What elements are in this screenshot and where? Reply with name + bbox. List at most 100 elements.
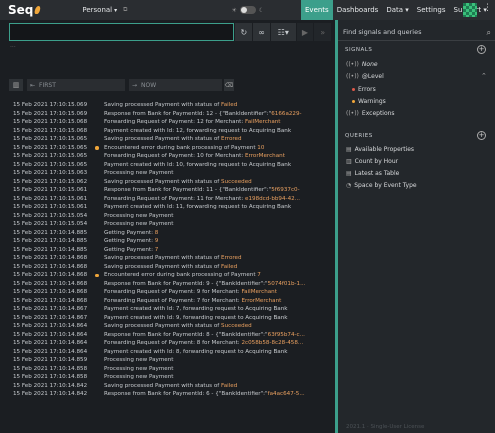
message-property: Failed (221, 102, 238, 108)
event-row[interactable]: 15 Feb 2021 17:10:15.068 Forwarding Reque… (0, 118, 335, 127)
event-row[interactable]: 15 Feb 2021 17:10:15.063 Processing new P… (0, 169, 335, 178)
event-message: Saving processed Payment with status of … (104, 254, 326, 263)
event-row[interactable]: 15 Feb 2021 17:10:14.868 Encountered erro… (0, 271, 335, 280)
event-timestamp: 15 Feb 2021 17:10:15.069 (13, 102, 88, 108)
signal-errors-label: Errors (358, 86, 376, 93)
event-row[interactable]: 15 Feb 2021 17:10:15.061 Payment created … (0, 203, 335, 212)
query-available-properties[interactable]: ▤ Available Properties (346, 146, 414, 153)
workspace-selector[interactable]: Personal ▾ ⧉ (82, 6, 127, 14)
event-timestamp: 15 Feb 2021 17:10:15.054 (13, 221, 88, 227)
signal-exceptions[interactable]: ((•)) Exceptions (346, 110, 395, 117)
workspace-edit-icon[interactable]: ⧉ (123, 6, 127, 14)
signal-errors[interactable]: Errors (352, 86, 376, 93)
query-space-by-event-type[interactable]: ◔ Space by Event Type (346, 182, 417, 189)
event-row[interactable]: 15 Feb 2021 17:10:14.868 Saving processed… (0, 263, 335, 272)
event-row[interactable]: 15 Feb 2021 17:10:14.885 Getting Payment:… (0, 229, 335, 238)
link-button[interactable]: ∞ (252, 23, 270, 41)
event-row[interactable]: 15 Feb 2021 17:10:14.858 Processing new P… (0, 365, 335, 374)
to-arrow-icon: → (132, 81, 138, 89)
event-row[interactable]: 15 Feb 2021 17:10:15.069 Response from Ba… (0, 110, 335, 119)
event-row[interactable]: 15 Feb 2021 17:10:14.864 Response from Ba… (0, 331, 335, 340)
range-to-label: NOW (141, 81, 157, 89)
event-row[interactable]: 15 Feb 2021 17:10:14.864 Payment created … (0, 348, 335, 357)
theme-toggle[interactable] (239, 6, 256, 14)
event-row[interactable]: 15 Feb 2021 17:10:15.065 Payment created … (0, 161, 335, 170)
nav-events[interactable]: Events (301, 0, 333, 20)
signal-group-level[interactable]: ((•)) @Level (346, 73, 384, 80)
nav-settings[interactable]: Settings (413, 0, 450, 20)
event-row[interactable]: 15 Feb 2021 17:10:15.061 Response from Ba… (0, 186, 335, 195)
theme-toggle-group: ☀ ☾ (231, 6, 264, 14)
event-row[interactable]: 15 Feb 2021 17:10:15.062 Saving processed… (0, 178, 335, 187)
event-row[interactable]: 15 Feb 2021 17:10:14.868 Response from Ba… (0, 280, 335, 289)
add-signal-button[interactable]: + (477, 45, 486, 54)
expand-button[interactable]: » (313, 23, 332, 41)
event-row[interactable]: 15 Feb 2021 17:10:14.842 Response from Ba… (0, 390, 335, 399)
signal-none[interactable]: ((•)) None (346, 61, 378, 68)
event-row[interactable]: 15 Feb 2021 17:10:14.885 Getting Payment:… (0, 237, 335, 246)
message-text: Saving processed Payment with status of (104, 382, 222, 389)
range-from-field[interactable]: ⇤ FIRST (27, 79, 125, 91)
view-options-button[interactable]: ☷▾ (269, 23, 296, 41)
event-timestamp: 15 Feb 2021 17:10:14.864 (13, 348, 88, 355)
event-row[interactable]: 15 Feb 2021 17:10:14.864 Saving processed… (0, 322, 335, 331)
event-row[interactable]: 15 Feb 2021 17:10:15.068 Payment created … (0, 127, 335, 136)
clear-range-button[interactable]: ⌫ (224, 79, 234, 91)
warning-dot-icon (95, 273, 99, 277)
event-timestamp: 15 Feb 2021 17:10:14.885 (13, 238, 88, 244)
message-text: Response from Bank for PaymentId: 6 - {"… (104, 391, 268, 397)
event-row[interactable]: 15 Feb 2021 17:10:14.885 Getting Payment:… (0, 246, 335, 255)
event-row[interactable]: 15 Feb 2021 17:10:14.867 Payment created … (0, 305, 335, 314)
play-icon: ▶ (301, 27, 308, 37)
event-row[interactable]: 15 Feb 2021 17:10:14.868 Forwarding Reque… (0, 297, 335, 306)
event-row[interactable]: 15 Feb 2021 17:10:14.867 Payment created … (0, 314, 335, 323)
event-row[interactable]: 15 Feb 2021 17:10:14.868 Forwarding Reque… (0, 288, 335, 297)
query-latest-as-table[interactable]: ▤ Latest as Table (346, 170, 399, 177)
event-row[interactable]: 15 Feb 2021 17:10:15.054 Processing new P… (0, 212, 335, 221)
app-name: Seq (8, 3, 34, 17)
signal-search[interactable]: Find signals and queries ⌕ (343, 28, 491, 38)
message-text: Saving processed Payment with status of (104, 102, 222, 108)
event-message: Response from Bank for PaymentId: 6 - {"… (104, 390, 326, 399)
message-text: Saving processed Payment with status of (104, 178, 222, 185)
message-text: Processing new Payment (104, 357, 174, 363)
event-message: Saving processed Payment with status of … (104, 101, 326, 110)
event-message: Payment created with Id: 7, forwarding r… (104, 305, 326, 314)
query-count-by-hour[interactable]: ▥ Count by Hour (346, 158, 398, 165)
user-avatar[interactable] (463, 3, 477, 17)
tail-button[interactable]: ▶ (295, 23, 314, 41)
event-timestamp: 15 Feb 2021 17:10:14.864 (13, 331, 88, 338)
message-text: Payment created with Id: 11, forwarding … (104, 204, 292, 210)
message-text: Processing new Payment (104, 365, 174, 372)
chevron-up-icon[interactable]: ⌃ (481, 72, 487, 80)
histogram-toggle[interactable]: ▥ (9, 79, 23, 91)
signal-none-label: None (361, 61, 378, 68)
event-row[interactable]: 15 Feb 2021 17:10:14.864 Forwarding Reque… (0, 339, 335, 348)
event-timestamp: 15 Feb 2021 17:10:15.063 (13, 170, 88, 176)
signal-warnings[interactable]: Warnings (352, 98, 386, 105)
event-row[interactable]: 15 Feb 2021 17:10:14.842 Saving processed… (0, 382, 335, 391)
event-row[interactable]: 15 Feb 2021 17:10:15.061 Forwarding Reque… (0, 195, 335, 204)
event-row[interactable]: 15 Feb 2021 17:10:14.858 Processing new P… (0, 373, 335, 382)
add-query-button[interactable]: + (477, 131, 486, 140)
seq-logo[interactable]: Seq (8, 3, 42, 17)
nav-data[interactable]: Data ▾ (382, 0, 412, 20)
event-row[interactable]: 15 Feb 2021 17:10:15.065 Saving processed… (0, 135, 335, 144)
event-timestamp: 15 Feb 2021 17:10:14.842 (13, 391, 88, 397)
nav-dashboards[interactable]: Dashboards (333, 0, 383, 20)
message-text: Saving processed Payment with status of (104, 255, 222, 261)
event-row[interactable]: 15 Feb 2021 17:10:14.868 Saving processed… (0, 254, 335, 263)
search-input[interactable] (9, 23, 235, 41)
message-property: 7 (154, 246, 159, 253)
event-row[interactable]: 15 Feb 2021 17:10:15.065 Forwarding Reque… (0, 152, 335, 161)
clear-icon: ⌫ (224, 81, 234, 89)
event-row[interactable]: 15 Feb 2021 17:10:15.065 Encountered erro… (0, 144, 335, 153)
event-row[interactable]: 15 Feb 2021 17:10:15.054 Processing new P… (0, 220, 335, 229)
range-to-field[interactable]: → NOW (129, 79, 222, 91)
refresh-button[interactable]: ↻ (234, 23, 253, 41)
signal-warnings-label: Warnings (358, 98, 386, 105)
event-timestamp: 15 Feb 2021 17:10:14.868 (13, 255, 88, 261)
event-row[interactable]: 15 Feb 2021 17:10:14.859 Processing new P… (0, 356, 335, 365)
more-menu-icon[interactable]: ⋮ (483, 3, 492, 13)
event-row[interactable]: 15 Feb 2021 17:10:15.069 Saving processed… (0, 101, 335, 110)
